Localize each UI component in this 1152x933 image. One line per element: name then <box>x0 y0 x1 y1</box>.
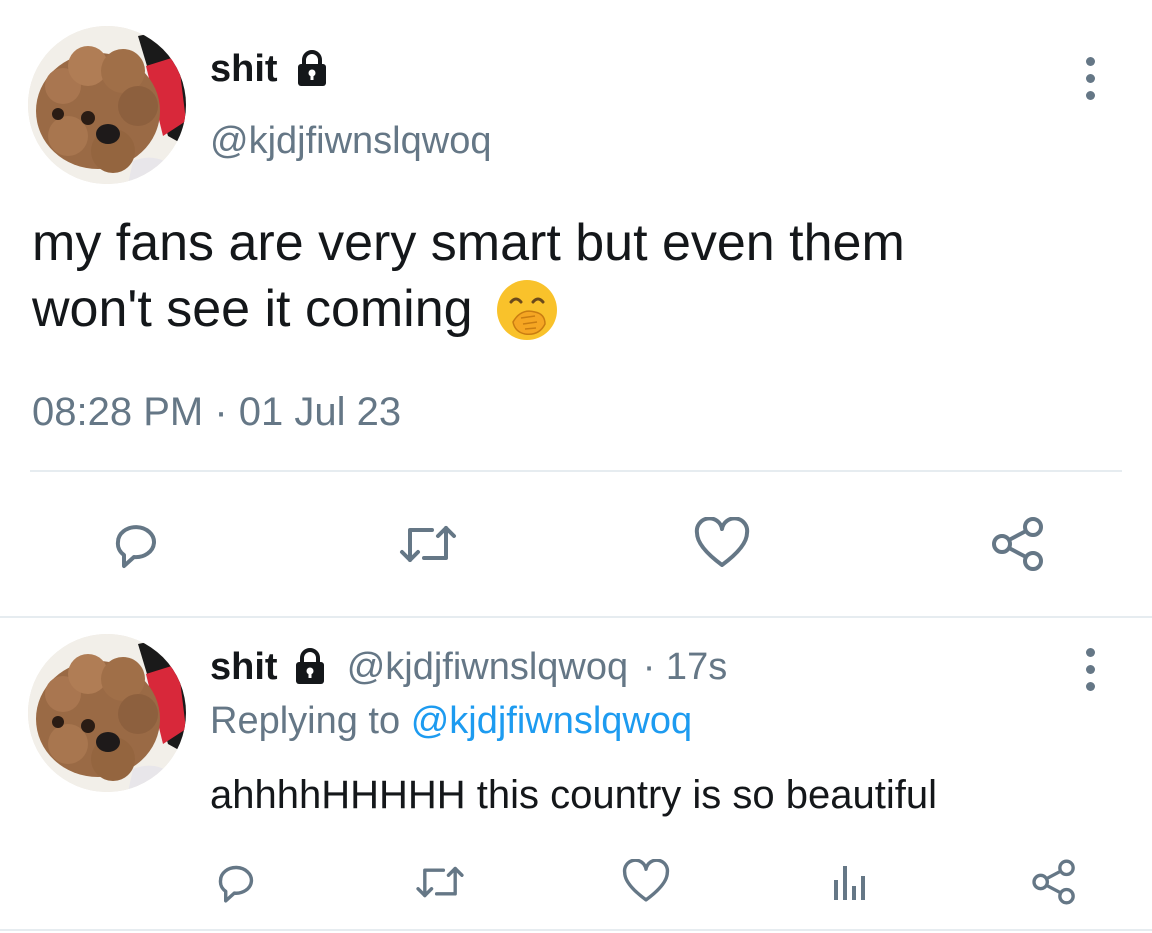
retweet-icon <box>416 866 464 898</box>
reply-tweet-text: ahhhhHHHHH this country is so beautiful <box>210 773 938 817</box>
replying-to-label: Replying to <box>210 700 401 742</box>
main-tweet-text: my fans are very smart but even them won… <box>32 210 905 342</box>
dog-avatar-image <box>28 634 186 792</box>
reply-icon <box>218 865 254 903</box>
main-retweet-button[interactable] <box>392 514 464 574</box>
main-share-button[interactable] <box>986 512 1050 576</box>
main-tweet-more-icon[interactable] <box>1083 57 1097 100</box>
reply-analytics-button[interactable] <box>820 856 876 908</box>
reply-retweet-button[interactable] <box>408 856 472 908</box>
heart-icon <box>622 859 670 902</box>
tweet-text-line-2-text: won't see it coming <box>32 280 473 338</box>
reply-icon <box>115 525 156 568</box>
main-tweet-avatar[interactable] <box>28 26 186 184</box>
main-tweet-timestamp[interactable]: 08:28 PM · 01 Jul 23 <box>32 388 401 436</box>
reply-like-button[interactable] <box>618 856 674 908</box>
display-name-text: shit <box>210 48 278 90</box>
main-tweet-divider <box>30 470 1122 472</box>
analytics-icon <box>834 866 865 900</box>
reply-bottom-divider <box>0 929 1152 931</box>
reply-tweet-more-icon[interactable] <box>1083 648 1097 691</box>
tweet-text-line-1: my fans are very smart but even them <box>32 214 905 272</box>
tweet-separator <box>0 616 1152 618</box>
lock-icon <box>296 648 325 684</box>
reply-tweet-header: shit @kjdjfiwnslqwoq · 17s <box>210 644 727 690</box>
reply-reply-button[interactable] <box>208 856 264 908</box>
reply-age: · 17s <box>642 646 728 688</box>
reply-share-button[interactable] <box>1026 854 1082 910</box>
hand-over-mouth-emoji-icon <box>497 280 558 340</box>
main-reply-button[interactable] <box>104 514 168 574</box>
main-tweet-handle[interactable]: @kjdjfiwnslqwoq <box>210 118 491 164</box>
tweet-text-line-2: won't see it coming <box>32 276 905 342</box>
reply-tweet-avatar[interactable] <box>28 634 186 792</box>
heart-icon <box>694 517 750 567</box>
share-icon <box>992 517 1043 571</box>
replying-to-handle-link[interactable]: @kjdjfiwnslqwoq <box>411 700 692 742</box>
reply-handle[interactable]: @kjdjfiwnslqwoq <box>347 646 628 688</box>
main-like-button[interactable] <box>690 514 754 574</box>
dog-avatar-image <box>28 26 186 184</box>
lock-icon <box>298 50 327 86</box>
retweet-icon <box>400 526 456 562</box>
main-tweet-display-name[interactable]: shit <box>210 46 332 92</box>
reply-display-name[interactable]: shit <box>210 646 278 688</box>
replying-to-line: Replying to @kjdjfiwnslqwoq <box>210 698 692 744</box>
share-icon <box>1032 859 1075 905</box>
